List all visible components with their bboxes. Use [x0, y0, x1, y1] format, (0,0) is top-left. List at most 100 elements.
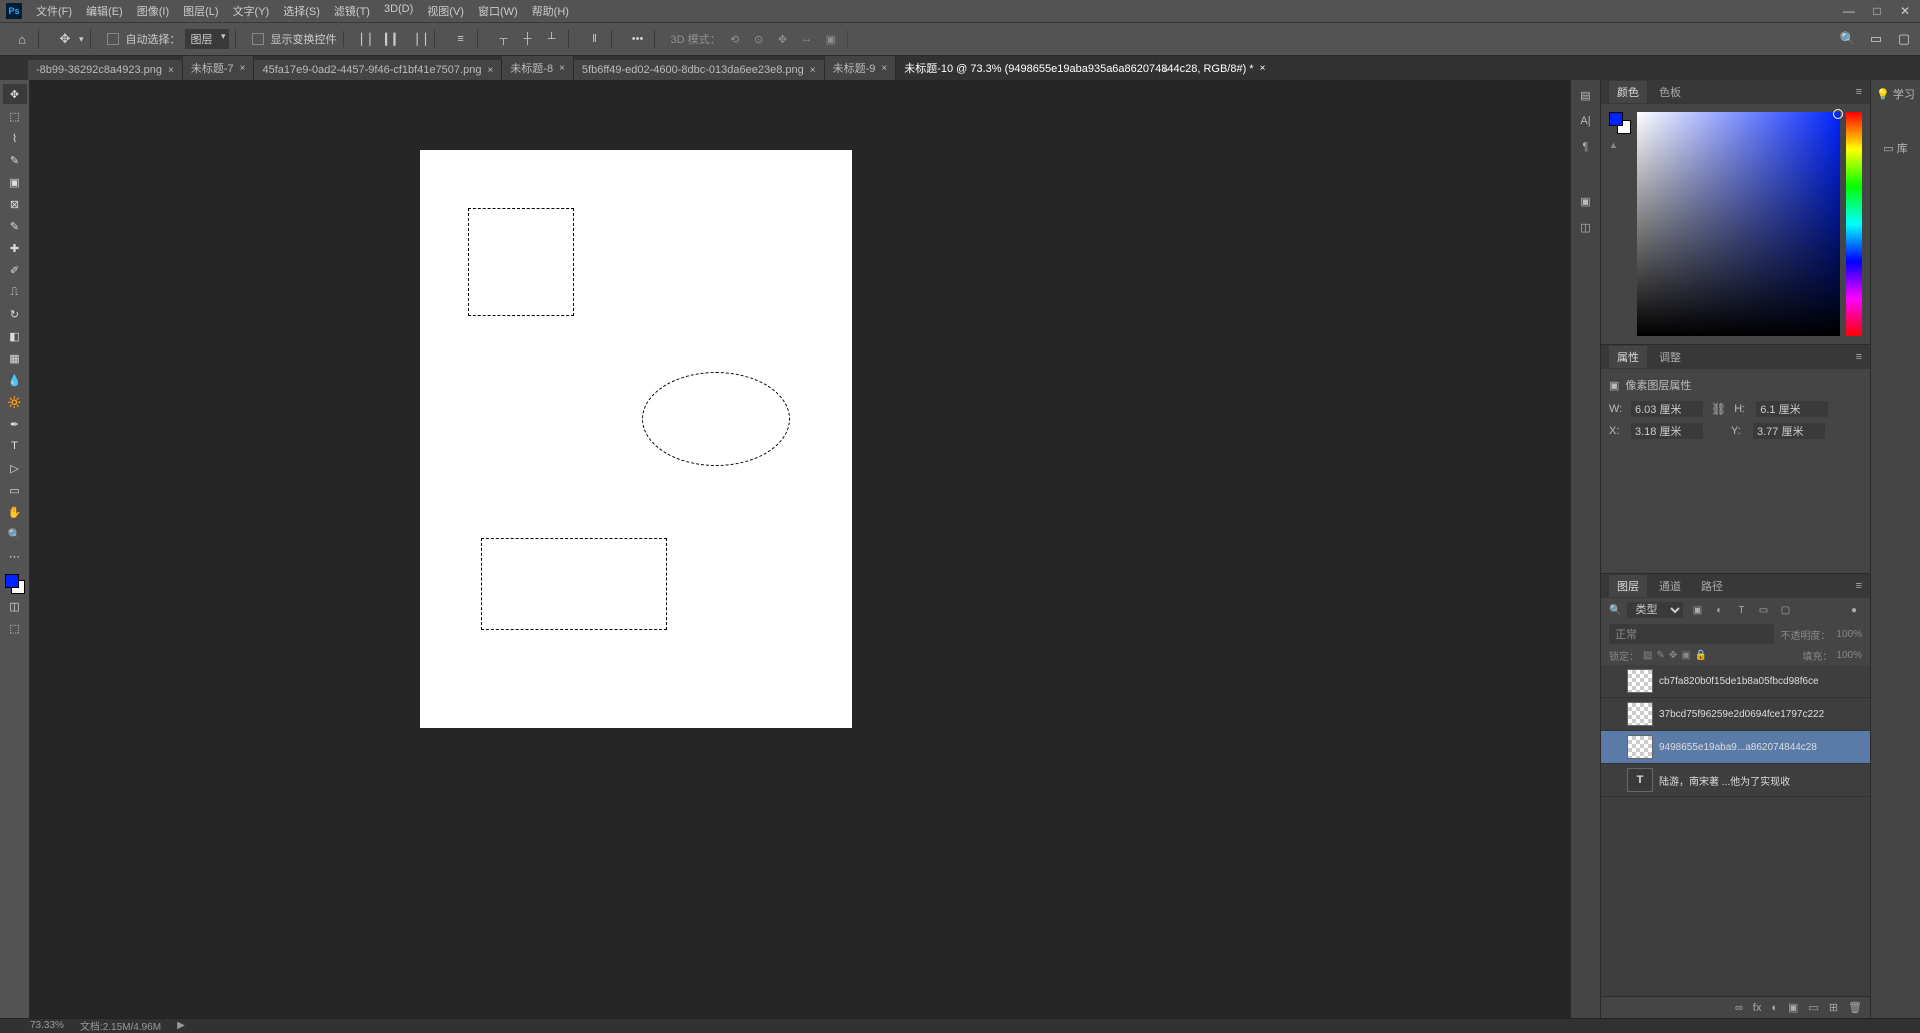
document-tab[interactable]: 未标题-9× [825, 56, 897, 80]
lock-paint-icon[interactable]: ✎ [1656, 650, 1664, 661]
link-wh-icon[interactable]: ⛓ [1711, 402, 1726, 416]
marquee-tool[interactable]: ⬚ [3, 106, 27, 126]
document-tab[interactable]: 45fa17e9-0ad2-4457-9f46-cf1bf41e7507.png… [254, 60, 502, 80]
move-tool[interactable]: ✥ [3, 84, 27, 104]
menu-3d[interactable]: 3D(D) [378, 1, 419, 21]
layer-thumb[interactable] [1627, 669, 1653, 693]
history-panel-icon[interactable]: ▤ [1576, 86, 1596, 104]
filter-pixel-icon[interactable]: ▣ [1689, 603, 1705, 617]
align-right-icon[interactable]: ▕▕ [408, 30, 428, 48]
close-button[interactable]: ✕ [1896, 4, 1914, 18]
tabs-overflow-icon[interactable]: » [1156, 60, 1174, 80]
lasso-tool[interactable]: ⌇ [3, 128, 27, 148]
panel-icon[interactable]: ▣ [1576, 192, 1596, 210]
opacity-value[interactable]: 100% [1836, 629, 1862, 640]
path-select-tool[interactable]: ▷ [3, 458, 27, 478]
tab-close-icon[interactable]: × [240, 63, 246, 74]
new-layer-icon[interactable]: ⊞ [1829, 1001, 1838, 1014]
lock-all-icon[interactable]: 🔒 [1695, 650, 1707, 661]
status-arrow-icon[interactable]: ▶ [177, 1020, 185, 1031]
document-tab[interactable]: -8b99-36292c8a4923.png× [28, 60, 183, 80]
document-tab[interactable]: 5fb6ff49-ed02-4600-8dbc-013da6ee23e8.png… [574, 60, 825, 80]
menu-type[interactable]: 文字(Y) [227, 1, 276, 21]
character-panel-icon[interactable]: A| [1576, 112, 1596, 130]
filter-search-icon[interactable]: 🔍 [1609, 605, 1621, 616]
tab-close-icon[interactable]: × [810, 65, 816, 76]
gradient-tool[interactable]: ▦ [3, 348, 27, 368]
layer-thumb-type[interactable]: T [1627, 768, 1653, 792]
magic-wand-tool[interactable]: ✎ [3, 150, 27, 170]
home-icon[interactable]: ⌂ [12, 29, 32, 49]
document-tab[interactable]: 未标题-8× [502, 56, 574, 80]
fill-value[interactable]: 100% [1836, 650, 1862, 661]
clone-stamp-tool[interactable]: ⎍ [3, 282, 27, 302]
rectangle-tool[interactable]: ▭ [3, 480, 27, 500]
x-input[interactable] [1631, 423, 1703, 439]
layer-row-selected[interactable]: 9498655e19aba9...a862074844c28 [1601, 731, 1870, 764]
layer-mask-icon[interactable]: ◐ [1771, 1002, 1778, 1014]
group-icon[interactable]: ▭ [1808, 1001, 1818, 1014]
menu-view[interactable]: 视图(V) [421, 1, 470, 21]
tab-adjustments[interactable]: 调整 [1651, 346, 1689, 368]
layer-row[interactable]: 37bcd75f96259e2d0694fce1797c222 [1601, 698, 1870, 731]
learn-panel-button[interactable]: 💡学习 [1876, 86, 1915, 102]
layer-row[interactable]: T 陆游，南宋著 ...他为了实现收 [1601, 764, 1870, 797]
maximize-button[interactable]: □ [1868, 4, 1886, 18]
panel-menu-icon[interactable]: ≡ [1856, 86, 1862, 98]
healing-tool[interactable]: ✚ [3, 238, 27, 258]
lock-position-icon[interactable]: ✥ [1669, 650, 1677, 661]
align-middle-icon[interactable]: ┼ [518, 30, 538, 48]
eraser-tool[interactable]: ◧ [3, 326, 27, 346]
filter-type-icon[interactable]: T [1733, 603, 1749, 617]
tab-close-icon[interactable]: × [487, 65, 493, 76]
height-input[interactable] [1756, 401, 1828, 417]
layer-name[interactable]: cb7fa820b0f15de1b8a05fbcd98f6ce [1659, 676, 1819, 687]
quickmask-tool[interactable]: ◫ [3, 596, 27, 616]
lock-transparent-icon[interactable]: ▨ [1643, 650, 1652, 661]
paragraph-panel-icon[interactable]: ¶ [1576, 138, 1596, 156]
panel-icon[interactable]: ◫ [1576, 218, 1596, 236]
document-tab[interactable]: 未标题-7× [183, 56, 255, 80]
layer-name[interactable]: 陆游，南宋著 ...他为了实现收 [1659, 773, 1790, 788]
trash-icon[interactable]: 🗑 [1848, 1001, 1862, 1014]
hand-tool[interactable]: ✋ [3, 502, 27, 522]
filter-smart-icon[interactable]: ▢ [1777, 603, 1793, 617]
layer-row[interactable]: cb7fa820b0f15de1b8a05fbcd98f6ce [1601, 665, 1870, 698]
workspace-icon[interactable]: ▭ [1866, 29, 1886, 49]
align-left-icon[interactable]: ▏▏ [360, 30, 380, 48]
frame-tool[interactable]: ⊠ [3, 194, 27, 214]
screenmode-tool[interactable]: ⬚ [3, 618, 27, 638]
layer-name[interactable]: 37bcd75f96259e2d0694fce1797c222 [1659, 709, 1824, 720]
tab-channels[interactable]: 通道 [1651, 575, 1689, 597]
lock-artboard-icon[interactable]: ▣ [1681, 650, 1690, 661]
blend-mode-select[interactable]: 正常 [1609, 624, 1774, 644]
move-tool-icon[interactable]: ✥ [55, 29, 75, 49]
align-bottom-icon[interactable]: ┴ [542, 30, 562, 48]
zoom-level[interactable]: 73.33% [30, 1020, 64, 1031]
eyedropper-tool[interactable]: ✎ [3, 216, 27, 236]
canvas-area[interactable] [30, 80, 1570, 1018]
adjustment-layer-icon[interactable]: ▣ [1788, 1001, 1798, 1014]
dodge-tool[interactable]: 🔆 [3, 392, 27, 412]
auto-select-target-select[interactable]: 图层 [185, 29, 229, 49]
type-tool[interactable]: T [3, 436, 27, 456]
align-center-icon[interactable]: ▎▎ [384, 30, 404, 48]
menu-window[interactable]: 窗口(W) [472, 1, 524, 21]
menu-layer[interactable]: 图层(L) [177, 1, 224, 21]
layer-thumb[interactable] [1627, 702, 1653, 726]
panel-menu-icon[interactable]: ≡ [1856, 351, 1862, 363]
menu-edit[interactable]: 编辑(E) [80, 1, 129, 21]
brush-tool[interactable]: ✐ [3, 260, 27, 280]
tab-color[interactable]: 颜色 [1609, 81, 1647, 103]
tab-properties[interactable]: 属性 [1609, 346, 1647, 368]
menu-select[interactable]: 选择(S) [277, 1, 326, 21]
menu-file[interactable]: 文件(F) [30, 1, 78, 21]
auto-select-checkbox[interactable] [107, 33, 119, 45]
filter-kind-select[interactable]: 类型 [1627, 602, 1683, 618]
layer-name[interactable]: 9498655e19aba9...a862074844c28 [1659, 742, 1817, 753]
link-layers-icon[interactable]: ∞ [1735, 1002, 1743, 1014]
document-size[interactable]: 文档:2.15M/4.96M [80, 1018, 161, 1033]
crop-tool[interactable]: ▣ [3, 172, 27, 192]
hue-slider[interactable] [1846, 112, 1862, 336]
y-input[interactable] [1753, 423, 1825, 439]
